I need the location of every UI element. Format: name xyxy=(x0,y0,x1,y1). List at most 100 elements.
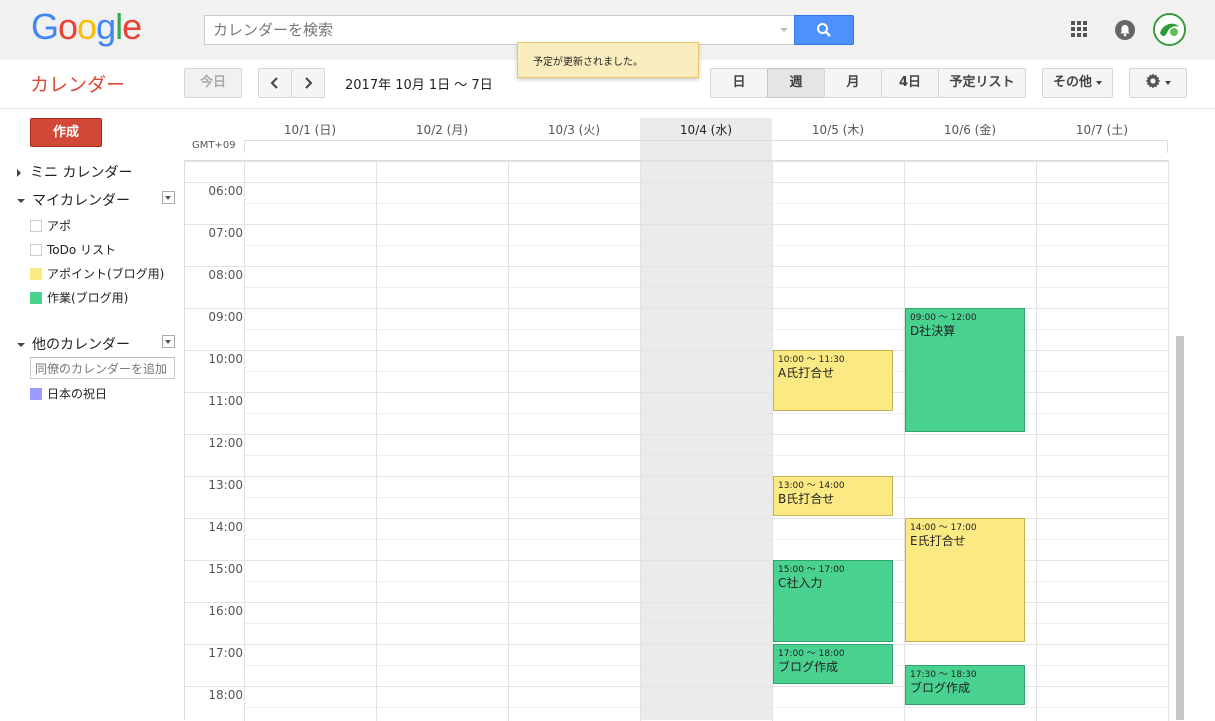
calendar-item-work-blog[interactable]: 作業(ブログ用) xyxy=(30,289,128,305)
day-header[interactable]: 10/2 (月) xyxy=(376,118,508,140)
calendar-item-japan-holidays[interactable]: 日本の祝日 xyxy=(30,385,107,401)
more-label: その他 xyxy=(1052,75,1092,90)
other-calendars-label: 他のカレンダー xyxy=(32,337,130,353)
create-button[interactable]: 作成 xyxy=(30,118,102,147)
half-hour-gridline xyxy=(245,539,1169,540)
half-hour-gridline xyxy=(245,665,1169,666)
event-title: A氏打合せ xyxy=(778,366,835,380)
half-hour-gridline xyxy=(245,203,1169,204)
event-time: 14:00 ～ 17:00 xyxy=(910,523,977,533)
notifications-bell-icon[interactable] xyxy=(1115,20,1135,40)
day-header[interactable]: 10/5 (木) xyxy=(772,118,904,140)
other-calendars-menu-button[interactable] xyxy=(162,335,175,348)
toolbar-divider xyxy=(0,108,1215,109)
previous-week-button[interactable] xyxy=(258,68,292,98)
view-week-button[interactable]: 週 xyxy=(767,68,825,98)
time-label: 16:00 xyxy=(208,604,243,618)
view-agenda-button[interactable]: 予定リスト xyxy=(938,68,1026,98)
logo-letter: l xyxy=(115,6,123,47)
my-calendars-toggle[interactable]: マイカレンダー xyxy=(17,190,130,210)
time-label: 13:00 xyxy=(208,478,243,492)
half-hour-gridline xyxy=(245,329,1169,330)
view-month-button[interactable]: 月 xyxy=(824,68,882,98)
calendar-event[interactable]: 17:30 ～ 18:30 ブログ作成 xyxy=(905,665,1025,705)
google-logo[interactable]: Google xyxy=(31,6,142,48)
apps-grid-icon[interactable] xyxy=(1071,21,1087,37)
half-hour-gridline xyxy=(245,287,1169,288)
time-label: 09:00 xyxy=(208,310,243,324)
event-title: C社入力 xyxy=(778,576,823,590)
time-label: 06:00 xyxy=(208,184,243,198)
calendar-event[interactable]: 10:00 ～ 11:30 A氏打合せ xyxy=(773,350,893,411)
day-header[interactable]: 10/4 (水) xyxy=(640,118,772,140)
collapse-down-icon xyxy=(17,343,25,347)
event-time: 17:00 ～ 18:00 xyxy=(778,649,845,659)
event-time: 09:00 ～ 12:00 xyxy=(910,313,977,323)
mini-calendar-label: ミニ カレンダー xyxy=(30,165,133,181)
event-title: ブログ作成 xyxy=(778,660,839,674)
day-header[interactable]: 10/3 (火) xyxy=(508,118,640,140)
my-calendars-menu-button[interactable] xyxy=(162,191,175,204)
time-label: 10:00 xyxy=(208,352,243,366)
chevron-down-icon xyxy=(1096,80,1102,85)
hour-gridline xyxy=(185,476,1169,477)
chevron-down-icon xyxy=(1165,80,1171,85)
half-hour-gridline xyxy=(245,245,1169,246)
time-label: 08:00 xyxy=(208,268,243,282)
add-coworker-calendar-input[interactable] xyxy=(31,359,171,379)
calendar-item-label: アポ xyxy=(47,219,72,233)
logo-letter: G xyxy=(31,6,59,47)
day-header[interactable]: 10/6 (金) xyxy=(904,118,1036,140)
half-hour-gridline xyxy=(245,455,1169,456)
calendar-color-swatch xyxy=(30,292,42,304)
calendar-color-swatch xyxy=(30,268,42,280)
event-time: 17:30 ～ 18:30 xyxy=(910,670,977,680)
event-title: ブログ作成 xyxy=(910,681,971,695)
today-button[interactable]: 今日 xyxy=(184,68,242,98)
calendar-event[interactable]: 15:00 ～ 17:00 C社入力 xyxy=(773,560,893,642)
day-header[interactable]: 10/7 (土) xyxy=(1036,118,1168,140)
logo-letter: g xyxy=(96,6,116,47)
time-label: 17:00 xyxy=(208,646,243,660)
calendar-item-label: アポイント(ブログ用) xyxy=(47,267,165,281)
calendar-event[interactable]: 09:00 ～ 12:00 D社決算 xyxy=(905,308,1025,432)
time-label: 11:00 xyxy=(208,394,243,408)
view-4day-button[interactable]: 4日 xyxy=(881,68,939,98)
chevron-down-icon xyxy=(165,340,171,344)
calendar-event[interactable]: 17:00 ～ 18:00 ブログ作成 xyxy=(773,644,893,684)
event-time: 10:00 ～ 11:30 xyxy=(778,355,845,365)
calendar-item-appointment-blog[interactable]: アポイント(ブログ用) xyxy=(30,265,164,281)
more-button[interactable]: その他 xyxy=(1042,68,1113,98)
search-button[interactable] xyxy=(794,15,854,45)
hour-gridline xyxy=(185,182,1169,183)
calendar-color-swatch xyxy=(30,244,42,256)
day-header[interactable]: 10/1 (日) xyxy=(244,118,376,140)
settings-button[interactable] xyxy=(1129,68,1187,98)
chevron-down-icon xyxy=(165,196,171,200)
half-hour-gridline xyxy=(245,371,1169,372)
other-calendars-toggle[interactable]: 他のカレンダー xyxy=(17,334,130,354)
collapse-down-icon xyxy=(17,199,25,203)
user-avatar[interactable] xyxy=(1153,13,1186,46)
app-title[interactable]: カレンダー xyxy=(30,70,125,97)
date-range-label: 2017年 10月 1日 ～ 7日 xyxy=(345,78,493,93)
vertical-scrollbar[interactable] xyxy=(1176,336,1184,720)
expand-right-icon xyxy=(17,169,21,177)
event-time: 13:00 ～ 14:00 xyxy=(778,481,845,491)
next-week-button[interactable] xyxy=(291,68,325,98)
chevron-left-icon xyxy=(270,77,278,89)
search-icon xyxy=(817,23,831,37)
time-grid[interactable]: 06:00 07:00 08:00 09:00 10:00 11:00 12:00 13:00… xyxy=(184,160,1169,721)
calendar-event[interactable]: 14:00 ～ 17:00 E氏打合せ xyxy=(905,518,1025,642)
time-label: 15:00 xyxy=(208,562,243,576)
calendar-item-todo[interactable]: ToDo リスト xyxy=(30,241,116,257)
search-options-icon[interactable] xyxy=(780,28,788,32)
calendar-item-label: 日本の祝日 xyxy=(47,387,108,401)
all-day-row[interactable] xyxy=(244,140,1168,153)
search-input[interactable] xyxy=(205,16,765,44)
mini-calendar-toggle[interactable]: ミニ カレンダー xyxy=(17,162,132,182)
view-day-button[interactable]: 日 xyxy=(710,68,768,98)
event-title: B氏打合せ xyxy=(778,492,835,506)
calendar-event[interactable]: 13:00 ～ 14:00 B氏打合せ xyxy=(773,476,893,516)
calendar-item-apo[interactable]: アポ xyxy=(30,217,71,233)
